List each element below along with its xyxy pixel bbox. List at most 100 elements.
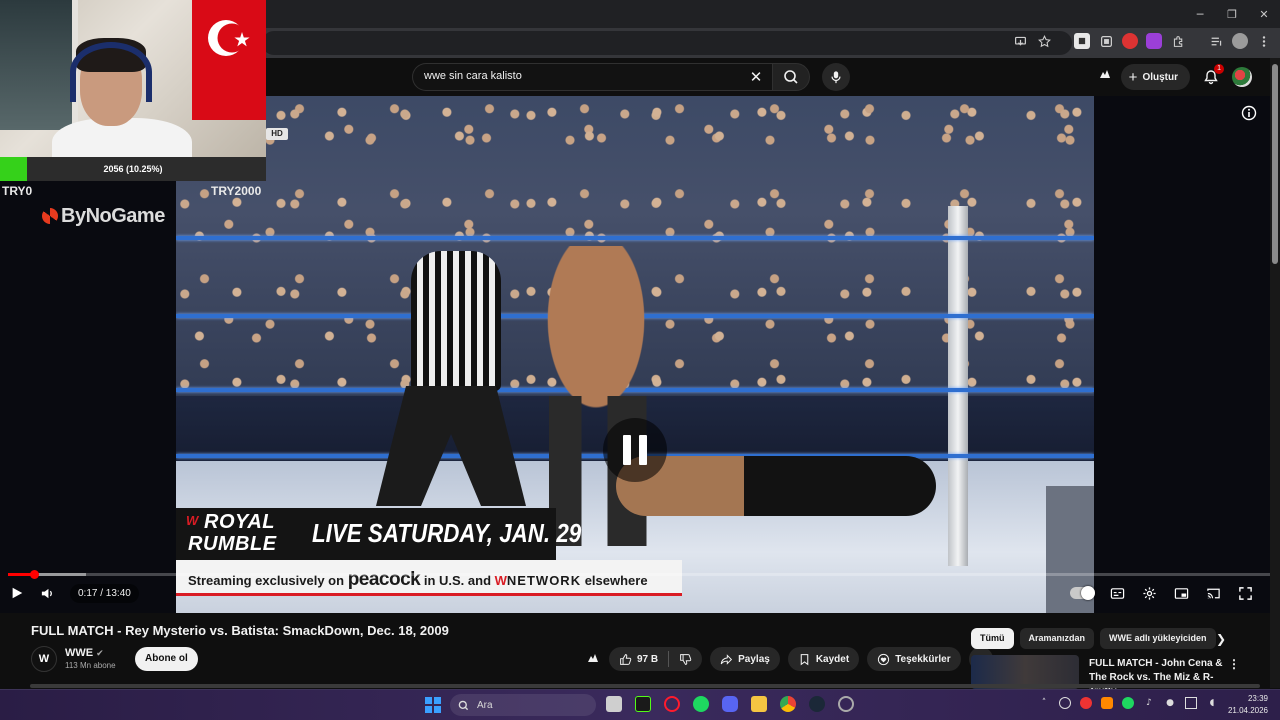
- file-explorer-icon[interactable]: [751, 696, 767, 712]
- chrome-icon[interactable]: [780, 696, 796, 712]
- channel-name-text[interactable]: WWE: [65, 647, 93, 659]
- speaker-icon[interactable]: ◖: [1206, 697, 1218, 709]
- like-count: 97 B: [637, 653, 659, 665]
- recommended-video-menu-button[interactable]: ⋮: [1228, 657, 1240, 671]
- bookmark-star-icon[interactable]: [1036, 33, 1052, 49]
- chevron-right-icon[interactable]: ❯: [1213, 632, 1229, 648]
- video-frame[interactable]: W ROYAL RUMBLE LIVE SATURDAY, JAN. 29 St…: [176, 96, 1094, 613]
- subtitles-button[interactable]: [1109, 585, 1126, 602]
- webcam-window-background: [0, 0, 78, 130]
- close-window-button[interactable]: ✕: [1248, 0, 1280, 28]
- media-control-icon[interactable]: [1208, 33, 1224, 49]
- opera-gx-icon[interactable]: [664, 696, 680, 712]
- hype-icon[interactable]: [1097, 67, 1113, 88]
- tray-cloud-icon[interactable]: [1101, 697, 1113, 709]
- page-scrollbar-thumb[interactable]: [1272, 64, 1278, 264]
- fullscreen-button[interactable]: [1237, 585, 1254, 602]
- taskbar-search[interactable]: Ara: [450, 694, 596, 716]
- miniplayer-icon: [1174, 587, 1189, 599]
- share-button[interactable]: Paylaş: [710, 647, 780, 671]
- page-scrollbar[interactable]: [1270, 58, 1280, 688]
- player-controls-right: [1070, 582, 1254, 604]
- system-tray: ˄ ♪ ● ◖: [1038, 697, 1218, 709]
- cast-button[interactable]: [1205, 585, 1222, 602]
- profile-avatar-icon[interactable]: [1232, 33, 1248, 49]
- spotify-icon[interactable]: [693, 696, 709, 712]
- browser-menu-icon[interactable]: [1256, 33, 1272, 49]
- extension-red-icon[interactable]: [1122, 33, 1138, 49]
- center-pause-indicator[interactable]: [603, 418, 667, 482]
- create-button[interactable]: + Oluştur: [1120, 64, 1190, 90]
- tray-app-icon[interactable]: [1059, 697, 1071, 709]
- voice-search-button[interactable]: [822, 63, 850, 91]
- address-bar[interactable]: [262, 31, 1072, 55]
- subscribe-button[interactable]: Abone ol: [135, 647, 198, 671]
- plus-icon: +: [1128, 68, 1138, 86]
- search-button[interactable]: [772, 63, 810, 91]
- info-icon[interactable]: [1241, 105, 1257, 121]
- headset-icon: [70, 42, 152, 102]
- tray-red-icon[interactable]: [1080, 697, 1092, 709]
- volume-button[interactable]: [39, 585, 56, 602]
- chevron-up-icon[interactable]: ˄: [1038, 697, 1050, 709]
- microphone-icon[interactable]: ●: [1164, 697, 1176, 709]
- notifications-button[interactable]: 1: [1198, 64, 1224, 90]
- chip-from-search[interactable]: Aramanızdan: [1019, 628, 1095, 649]
- steam-icon[interactable]: [809, 696, 825, 712]
- chip-all[interactable]: Tümü: [971, 628, 1014, 649]
- display-icon[interactable]: [1185, 697, 1197, 709]
- extension-purple-icon[interactable]: [1146, 33, 1162, 49]
- thanks-button[interactable]: Teşekkürler: [867, 647, 961, 671]
- save-button[interactable]: Kaydet: [787, 647, 860, 671]
- promo-brand-line2: RUMBLE: [188, 533, 277, 555]
- sponsor-logo: ByNoGame: [42, 204, 165, 228]
- restore-button[interactable]: ❐: [1216, 0, 1248, 28]
- task-view-icon[interactable]: [606, 696, 622, 712]
- seek-scrubber-handle[interactable]: [30, 570, 40, 579]
- create-label: Oluştur: [1142, 71, 1178, 83]
- play-button[interactable]: [8, 585, 25, 602]
- overwolf-icon[interactable]: [838, 696, 854, 712]
- channel-name[interactable]: WWE ✔: [65, 647, 104, 659]
- search-query-text[interactable]: wwe sin cara kalisto: [424, 70, 522, 82]
- bookmark-icon: [800, 653, 809, 665]
- promo-headline: LIVE SATURDAY, JAN. 29: [312, 518, 582, 548]
- notification-count-badge: 1: [1214, 64, 1224, 74]
- extension-shield-icon[interactable]: [1074, 33, 1090, 49]
- settings-button[interactable]: [1141, 585, 1158, 602]
- subtitles-icon: [1110, 587, 1125, 599]
- taskbar-clock[interactable]: 23:39 21.04.2026: [1222, 693, 1268, 717]
- chip-from-uploader[interactable]: WWE adlı yükleyiciden: [1100, 628, 1216, 649]
- ring-rope-top: [176, 236, 1094, 240]
- seek-bar[interactable]: [8, 570, 1272, 579]
- tray-spotify-icon[interactable]: [1122, 697, 1134, 709]
- clear-search-button[interactable]: ✕: [746, 67, 766, 87]
- discord-icon[interactable]: [722, 696, 738, 712]
- like-button[interactable]: 97 B: [609, 647, 668, 671]
- kick-app-icon[interactable]: [635, 696, 651, 712]
- horizontal-scrollbar[interactable]: [30, 684, 1260, 688]
- dislike-button[interactable]: [669, 647, 702, 671]
- miniplayer-button[interactable]: [1173, 585, 1190, 602]
- minimize-button[interactable]: ─: [1184, 0, 1216, 28]
- search-input[interactable]: wwe sin cara kalisto ✕: [412, 63, 772, 91]
- streamer-webcam: [0, 0, 266, 157]
- windows-start-button[interactable]: [425, 697, 441, 713]
- wwe-logo-icon: W: [186, 513, 199, 528]
- thumbs-up-icon: [620, 653, 632, 665]
- hype-button[interactable]: [585, 651, 601, 667]
- turkish-flag: [192, 0, 266, 120]
- extension-grid-icon[interactable]: [1098, 33, 1114, 49]
- donation-goal-bar: 2056 (10.25%): [0, 157, 266, 181]
- windows-taskbar: Ara ˄ ♪ ● ◖ 23:39 21.04.2026: [0, 689, 1280, 720]
- taskbar-search-label: Ara: [477, 699, 493, 711]
- share-arrow-icon: [720, 653, 733, 665]
- referee-figure: [411, 251, 501, 391]
- install-app-icon[interactable]: [1012, 33, 1028, 49]
- autoplay-toggle[interactable]: [1070, 586, 1095, 600]
- tray-volume-icon[interactable]: ♪: [1143, 697, 1155, 709]
- extensions-puzzle-icon[interactable]: [1170, 33, 1186, 49]
- thumbs-down-icon: [680, 653, 692, 665]
- account-avatar[interactable]: [1232, 67, 1252, 87]
- channel-avatar[interactable]: W: [31, 646, 57, 672]
